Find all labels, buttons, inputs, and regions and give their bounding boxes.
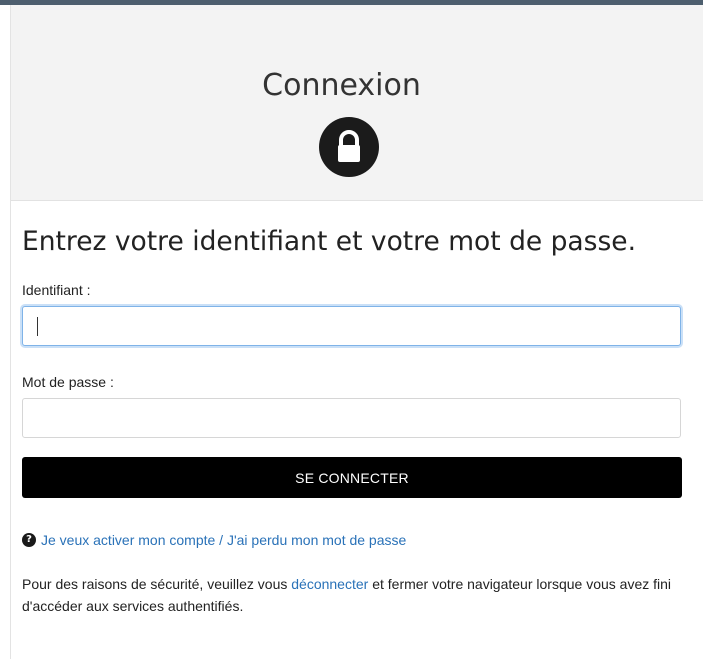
help-row: ? Je veux activer mon compte / J'ai perd… [22, 532, 406, 548]
username-field[interactable] [22, 306, 681, 346]
text-caret [37, 317, 38, 336]
username-label: Identifiant : [22, 282, 91, 298]
account-help-link[interactable]: Je veux activer mon compte / J'ai perdu … [41, 532, 406, 548]
lock-icon [319, 117, 379, 177]
password-label: Mot de passe : [22, 374, 114, 390]
logout-link[interactable]: déconnecter [291, 576, 368, 592]
security-note: Pour des raisons de sécurité, veuillez v… [22, 573, 682, 617]
question-circle-icon: ? [22, 533, 36, 547]
password-field[interactable] [22, 398, 681, 438]
login-page: Connexion Entrez votre identifiant et vo… [0, 0, 703, 659]
page-title: Connexion [262, 68, 421, 103]
security-note-text-before: Pour des raisons de sécurité, veuillez v… [22, 576, 292, 592]
form-heading: Entrez votre identifiant et votre mot de… [22, 226, 637, 257]
login-button[interactable]: SE CONNECTER [22, 457, 682, 498]
